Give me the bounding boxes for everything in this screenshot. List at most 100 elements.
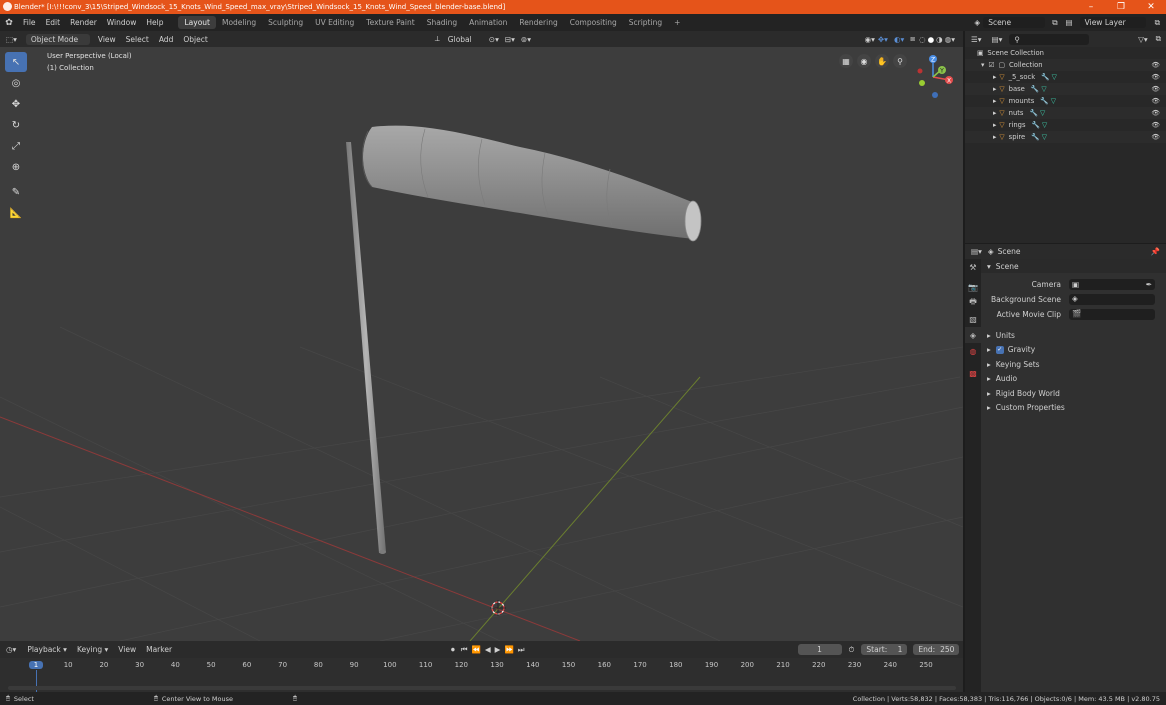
scene-selector[interactable]: Scene bbox=[983, 17, 1046, 28]
blender-menu-icon[interactable]: ✿ bbox=[0, 18, 18, 28]
pivot-icon[interactable]: ⊙▾ bbox=[486, 35, 502, 44]
new-view-layer-icon[interactable]: ⧉ bbox=[1149, 18, 1166, 28]
custom-properties-panel[interactable]: ▸ Custom Properties bbox=[981, 401, 1166, 416]
tab-compositing[interactable]: Compositing bbox=[564, 16, 623, 29]
navigation-gizmo[interactable]: Z X Y bbox=[908, 51, 958, 101]
neg-y-axis-handle[interactable] bbox=[919, 80, 925, 86]
gizmo-toggle-icon[interactable]: ✥▾ bbox=[875, 35, 891, 44]
shading-wireframe-icon[interactable]: ◌ bbox=[918, 35, 927, 44]
filter-icon[interactable]: ▽▾ bbox=[1135, 35, 1151, 44]
scene-tab-icon[interactable]: ◈ bbox=[965, 327, 981, 343]
menu-render[interactable]: Render bbox=[65, 18, 102, 27]
shading-solid-icon[interactable]: ● bbox=[927, 35, 936, 44]
view-layer-selector[interactable]: View Layer bbox=[1079, 17, 1146, 28]
tab-animation[interactable]: Animation bbox=[463, 16, 513, 29]
windsock-fabric[interactable] bbox=[363, 125, 694, 239]
cursor-tool[interactable]: ◎ bbox=[5, 73, 27, 93]
new-scene-icon[interactable]: ⧉ bbox=[1048, 18, 1061, 28]
neg-x-axis-handle[interactable] bbox=[917, 68, 923, 74]
expand-arrow-icon[interactable]: ▾ bbox=[981, 61, 988, 69]
world-tab-icon[interactable]: ◍ bbox=[965, 343, 981, 359]
outliner-item[interactable]: ▸ ▽ base 🔧 ▽ 👁 bbox=[965, 83, 1166, 95]
move-tool[interactable]: ✥ bbox=[5, 94, 27, 114]
prev-keyframe-icon[interactable]: ⏪ bbox=[470, 645, 483, 654]
active-movie-clip-field[interactable]: 🎬 bbox=[1069, 309, 1155, 320]
measure-tool[interactable]: 📐 bbox=[5, 203, 27, 223]
menu-file[interactable]: File bbox=[18, 18, 41, 27]
toggle-camera-icon[interactable]: ▦ bbox=[839, 54, 853, 68]
camera-field[interactable]: ▣ ✒ bbox=[1069, 279, 1155, 290]
eye-icon[interactable]: 👁 bbox=[1151, 85, 1166, 93]
outliner-search-input[interactable]: ⚲ bbox=[1009, 33, 1090, 45]
checkbox-icon[interactable]: ☑ bbox=[988, 61, 998, 69]
outliner-editor-icon[interactable]: ☰▾ bbox=[965, 35, 988, 44]
outliner-item[interactable]: ▸ ▽ rings 🔧 ▽ 👁 bbox=[965, 119, 1166, 131]
mode-selector[interactable]: Object Mode bbox=[25, 33, 90, 45]
pin-icon[interactable]: 📌 bbox=[1151, 247, 1166, 256]
new-collection-icon[interactable]: ⧉ bbox=[1151, 34, 1166, 44]
editor-type-icon[interactable]: ⬚▾ bbox=[0, 35, 23, 44]
tab-rendering[interactable]: Rendering bbox=[513, 16, 563, 29]
current-frame-field[interactable]: 1 bbox=[797, 644, 842, 655]
shading-rendered-icon[interactable]: ◍▾ bbox=[944, 35, 963, 44]
transform-tool[interactable]: ⊕ bbox=[5, 157, 27, 177]
orientation-selector[interactable]: Global bbox=[443, 34, 483, 45]
rotate-tool[interactable]: ↻ bbox=[5, 115, 27, 135]
gravity-panel[interactable]: ▸ ✓ Gravity bbox=[981, 343, 1166, 358]
eye-icon[interactable]: 👁 bbox=[1151, 109, 1166, 117]
select-box-tool[interactable]: ↖ bbox=[5, 52, 27, 72]
maximize-button[interactable]: ❐ bbox=[1106, 2, 1136, 12]
neg-z-axis-handle[interactable] bbox=[932, 92, 938, 98]
jump-end-icon[interactable]: ⏭ bbox=[516, 645, 527, 655]
eye-icon[interactable]: 👁 bbox=[1151, 61, 1166, 69]
menu-edit[interactable]: Edit bbox=[41, 18, 66, 27]
record-icon[interactable]: ⏺ bbox=[447, 645, 459, 655]
minimize-button[interactable]: – bbox=[1076, 2, 1106, 12]
properties-editor-icon[interactable]: ▤▾ bbox=[965, 247, 988, 256]
menu-add[interactable]: Add bbox=[154, 35, 179, 44]
scale-tool[interactable]: ⤢ bbox=[5, 136, 27, 156]
windsock-pole[interactable] bbox=[346, 142, 386, 553]
display-mode-icon[interactable]: ▤▾ bbox=[988, 35, 1007, 44]
menu-keying[interactable]: Keying ▾ bbox=[72, 645, 113, 654]
eye-icon[interactable]: 👁 bbox=[1151, 97, 1166, 105]
tab-sculpting[interactable]: Sculpting bbox=[262, 16, 309, 29]
menu-window[interactable]: Window bbox=[102, 18, 142, 27]
audio-panel[interactable]: ▸ Audio bbox=[981, 372, 1166, 387]
collection-row[interactable]: ▾ ☑ ▢ Collection 👁 bbox=[965, 59, 1166, 71]
keying-sets-panel[interactable]: ▸ Keying Sets bbox=[981, 357, 1166, 372]
shading-material-icon[interactable]: ◑ bbox=[935, 35, 944, 44]
tab-scripting[interactable]: Scripting bbox=[623, 16, 668, 29]
jump-start-icon[interactable]: ⏮ bbox=[459, 645, 470, 655]
timeline-scrollbar[interactable] bbox=[8, 686, 956, 690]
outliner-item[interactable]: ▸ ▽ spire 🔧 ▽ 👁 bbox=[965, 131, 1166, 143]
start-frame-field[interactable]: Start: 1 bbox=[861, 644, 908, 655]
xray-toggle-icon[interactable]: ⧈ bbox=[907, 34, 918, 44]
camera-view-icon[interactable]: ◉ bbox=[857, 54, 871, 68]
scene-collection-row[interactable]: ▣ Scene Collection bbox=[965, 47, 1166, 59]
menu-playback[interactable]: Playback ▾ bbox=[22, 645, 72, 654]
play-icon[interactable]: ▶ bbox=[493, 645, 503, 654]
annotate-tool[interactable]: ✎ bbox=[5, 182, 27, 202]
rigid-body-world-panel[interactable]: ▸ Rigid Body World bbox=[981, 386, 1166, 401]
menu-select[interactable]: Select bbox=[121, 35, 154, 44]
next-keyframe-icon[interactable]: ⏩ bbox=[502, 645, 515, 654]
gravity-checkbox[interactable]: ✓ bbox=[995, 345, 1004, 354]
snap-icon[interactable]: ⊟▾ bbox=[502, 35, 518, 44]
tab-shading[interactable]: Shading bbox=[421, 16, 463, 29]
scene-panel-header[interactable]: ▾ Scene bbox=[981, 259, 1166, 273]
menu-marker[interactable]: Marker bbox=[141, 645, 177, 654]
visibility-icon[interactable]: ◉▾ bbox=[865, 35, 875, 44]
viewport-3d[interactable]: ↖ ◎ ✥ ↻ ⤢ ⊕ ✎ 📐 User Perspective (Local)… bbox=[0, 47, 963, 641]
view-layer-tab-icon[interactable]: ▧ bbox=[965, 311, 981, 327]
proportional-edit-icon[interactable]: ⊚▾ bbox=[518, 35, 534, 44]
frame-ruler[interactable]: 1 10 20 30 40 50 60 70 80 90 100 110 120 130 140 150 160… bbox=[0, 658, 963, 672]
zoom-icon[interactable]: ⚲ bbox=[893, 54, 907, 68]
menu-view[interactable]: View bbox=[93, 35, 121, 44]
end-frame-field[interactable]: End: 250 bbox=[913, 644, 960, 655]
tab-uv-editing[interactable]: UV Editing bbox=[309, 16, 360, 29]
menu-object[interactable]: Object bbox=[178, 35, 212, 44]
eye-icon[interactable]: 👁 bbox=[1151, 121, 1166, 129]
pan-hand-icon[interactable]: ✋ bbox=[875, 54, 889, 68]
output-tab-icon[interactable]: 🖶 bbox=[965, 295, 981, 311]
